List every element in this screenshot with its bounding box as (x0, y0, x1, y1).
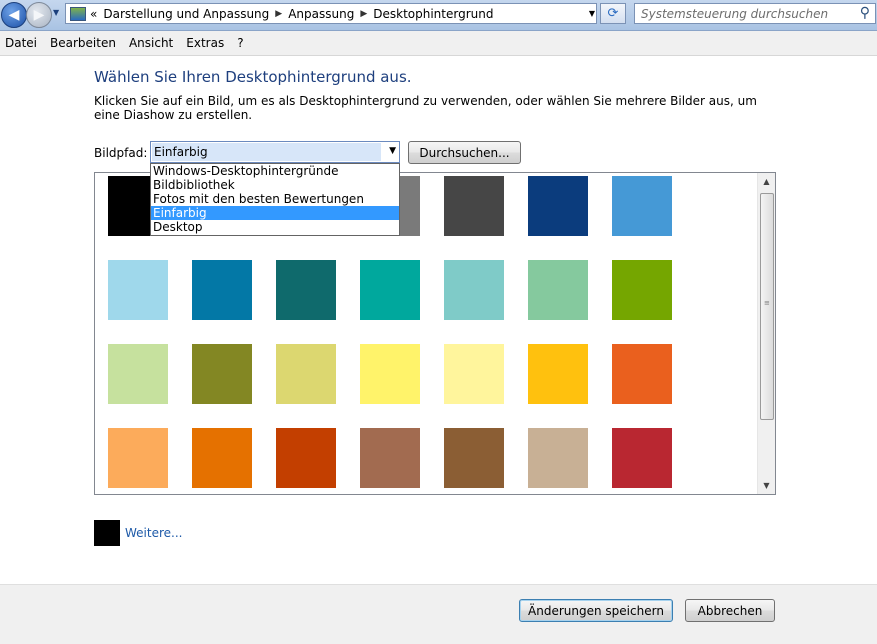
menu-bearbeiten[interactable]: Bearbeiten (46, 36, 124, 50)
color-swatch[interactable] (276, 344, 336, 404)
weitere-link[interactable]: Weitere... (125, 526, 182, 540)
color-swatch[interactable] (444, 260, 504, 320)
color-swatch[interactable] (360, 428, 420, 488)
chevron-down-icon[interactable]: ▼ (389, 146, 396, 156)
color-swatch[interactable] (528, 176, 588, 236)
save-changes-button[interactable]: Änderungen speichern (519, 599, 673, 622)
color-swatch[interactable] (612, 344, 672, 404)
breadcrumb[interactable]: « Darstellung und Anpassung ▶ Anpassung … (65, 3, 597, 24)
breadcrumb-overflow[interactable]: « (90, 7, 97, 21)
color-swatch[interactable] (192, 260, 252, 320)
address-dropdown-chevron-down-icon[interactable]: ▼ (585, 3, 599, 24)
color-swatch[interactable] (612, 428, 672, 488)
control-panel-icon (70, 6, 86, 21)
address-bar: ◀ ▶ ▼ « Darstellung und Anpassung ▶ Anpa… (0, 0, 877, 31)
dropdown-option-windows-desktophintergruende[interactable]: Windows-Desktophintergründe (151, 164, 399, 178)
bildpfad-dropdown-list: Windows-Desktophintergründe Bildbiblioth… (150, 163, 400, 236)
color-swatch[interactable] (192, 428, 252, 488)
back-arrow-icon[interactable]: ◀ (1, 2, 27, 28)
color-swatch[interactable] (108, 344, 168, 404)
color-swatch[interactable] (444, 344, 504, 404)
dropdown-option-einfarbig[interactable]: Einfarbig (151, 206, 399, 220)
recent-pages-chevron-down-icon[interactable]: ▼ (53, 8, 59, 17)
color-swatch[interactable] (528, 260, 588, 320)
gallery-scrollbar[interactable]: ▲ ≡ ▼ (757, 173, 775, 494)
color-swatch[interactable] (192, 344, 252, 404)
breadcrumb-separator-icon[interactable]: ▶ (360, 9, 367, 19)
menu-extras[interactable]: Extras (182, 36, 232, 50)
cancel-button[interactable]: Abbrechen (685, 599, 775, 622)
menu-ansicht[interactable]: Ansicht (125, 36, 181, 50)
bildpfad-selected-value: Einfarbig (152, 143, 381, 161)
scroll-thumb[interactable]: ≡ (760, 193, 774, 420)
color-swatch[interactable] (444, 428, 504, 488)
color-swatch[interactable] (276, 428, 336, 488)
scroll-up-arrow-icon[interactable]: ▲ (758, 173, 775, 190)
breadcrumb-anpassung[interactable]: Anpassung (288, 7, 354, 21)
search-icon[interactable]: ⚲ (860, 5, 870, 21)
color-swatch[interactable] (444, 176, 504, 236)
breadcrumb-desktophintergrund[interactable]: Desktophintergrund (373, 7, 493, 21)
dropdown-option-desktop[interactable]: Desktop (151, 220, 399, 234)
color-swatch[interactable] (108, 260, 168, 320)
breadcrumb-darstellung[interactable]: Darstellung und Anpassung (103, 7, 269, 21)
menu-datei[interactable]: Datei (1, 36, 45, 50)
page-title: Wählen Sie Ihren Desktophintergrund aus. (94, 68, 412, 86)
search-box: ⚲ (634, 3, 876, 24)
menu-bar: Datei Bearbeiten Ansicht Extras ? (0, 31, 877, 56)
browse-button[interactable]: Durchsuchen... (408, 141, 521, 164)
bildpfad-combobox[interactable]: Einfarbig ▼ (150, 141, 400, 163)
color-swatch[interactable] (276, 260, 336, 320)
color-swatch[interactable] (612, 176, 672, 236)
color-swatch[interactable] (108, 428, 168, 488)
bildpfad-label: Bildpfad: (94, 146, 148, 160)
color-swatch[interactable] (360, 260, 420, 320)
search-input[interactable] (641, 6, 846, 21)
breadcrumb-separator-icon[interactable]: ▶ (275, 9, 282, 19)
color-swatch[interactable] (360, 344, 420, 404)
current-color-swatch[interactable] (94, 520, 120, 546)
color-swatch[interactable] (528, 344, 588, 404)
footer-bar: Änderungen speichern Abbrechen (0, 584, 877, 644)
refresh-icon[interactable]: ⟳ (600, 3, 626, 24)
grip-icon: ≡ (764, 299, 770, 307)
color-swatch[interactable] (612, 260, 672, 320)
color-swatch[interactable] (528, 428, 588, 488)
menu-help[interactable]: ? (233, 36, 251, 50)
page-description: Klicken Sie auf ein Bild, um es als Desk… (94, 94, 757, 122)
dropdown-option-fotos[interactable]: Fotos mit den besten Bewertungen (151, 192, 399, 206)
dropdown-option-bildbibliothek[interactable]: Bildbibliothek (151, 178, 399, 192)
forward-arrow-icon[interactable]: ▶ (26, 2, 52, 28)
scroll-down-arrow-icon[interactable]: ▼ (758, 477, 775, 494)
